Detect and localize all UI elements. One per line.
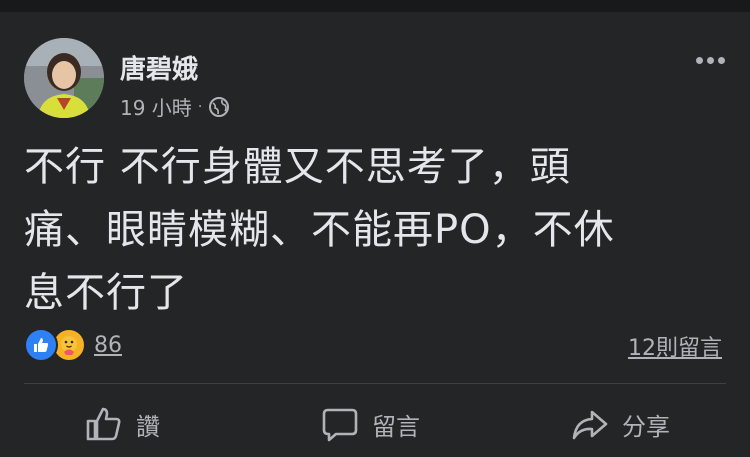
divider xyxy=(24,383,726,384)
avatar-image xyxy=(24,38,104,118)
post-meta: 19 小時 · xyxy=(120,92,230,121)
post-text-line: 不行 不行身體又不思考了，頭 xyxy=(24,144,571,190)
post-time[interactable]: 19 小時 xyxy=(120,92,192,121)
reaction-count[interactable]: 86 xyxy=(94,333,122,358)
author-name[interactable]: 唐碧娥 xyxy=(120,49,198,86)
share-button[interactable]: 分享 xyxy=(570,404,670,444)
more-dot xyxy=(706,56,714,64)
globe-icon xyxy=(209,96,230,117)
like-button[interactable]: 讚 xyxy=(84,404,160,444)
avatar[interactable] xyxy=(24,38,104,118)
like-label: 讚 xyxy=(136,412,160,441)
more-dot xyxy=(695,56,703,64)
more-options-icon[interactable] xyxy=(692,50,728,70)
more-dot xyxy=(717,56,725,64)
share-label: 分享 xyxy=(622,412,670,441)
comments-count[interactable]: 12則留言 xyxy=(628,330,722,362)
post-text-line: 痛、眼睛模糊、不能再PO，不休 xyxy=(24,207,615,253)
post-text-line: 息不行了 xyxy=(24,270,188,316)
share-icon xyxy=(572,410,608,440)
meta-separator: · xyxy=(197,98,203,115)
like-reaction-icon xyxy=(24,328,58,362)
comment-label: 留言 xyxy=(372,412,420,441)
comment-button[interactable]: 留言 xyxy=(320,404,420,444)
reactions-summary[interactable]: 86 xyxy=(24,328,122,362)
thumbs-up-icon xyxy=(86,407,121,441)
post-text: 不行 不行身體又不思考了，頭 痛、眼睛模糊、不能再PO，不休 息不行了 xyxy=(24,136,734,325)
top-edge xyxy=(0,0,750,12)
comment-icon xyxy=(322,408,358,442)
